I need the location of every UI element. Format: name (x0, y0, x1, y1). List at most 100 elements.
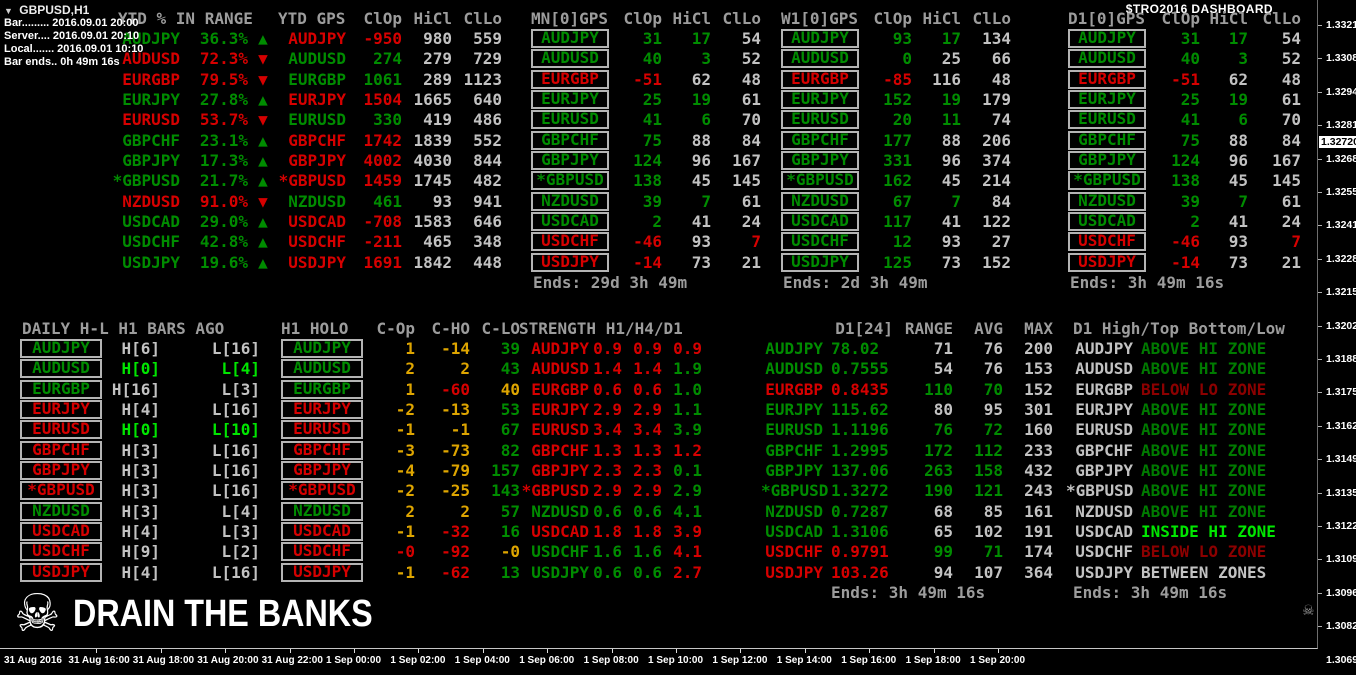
time-tick-label: 31 Aug 18:00 (132, 655, 195, 666)
value-cell: 52 (741, 49, 761, 69)
bar-time-info: Bar......... 2016.09.01 20:00 (4, 17, 139, 29)
table-title: YTD GPS (278, 8, 346, 28)
value-cell: 96 (941, 150, 961, 170)
symbol-selector[interactable]: ▼ GBPUSD,H1 (4, 3, 89, 17)
pair-cell: *GBPUSD (521, 481, 589, 501)
pair-cell: USDCHF (531, 232, 609, 252)
symbol-dropdown-icon[interactable]: ▼ (4, 6, 13, 16)
value-cell: 73 (691, 252, 711, 272)
value-cell: 3.9 (673, 521, 702, 541)
price-tick-label: 1.30690 (1326, 653, 1356, 666)
time-tick-mark (933, 649, 935, 653)
pair-cell: AUDUSD (20, 359, 102, 379)
value-cell: 17 (1228, 28, 1248, 48)
value-cell: 179 (982, 89, 1011, 109)
value-cell: 2 (460, 501, 470, 521)
pair-cell: EURJPY (288, 89, 346, 109)
pair-cell: NZDUSD (122, 191, 180, 211)
value-cell: 76 (933, 420, 953, 440)
time-tick-label: 1 Sep 16:00 (841, 655, 897, 666)
value-cell: 40 (500, 379, 520, 399)
value-cell: 137.06 (831, 460, 889, 480)
pair-cell: USDJPY (20, 562, 102, 582)
time-tick-mark (547, 649, 549, 653)
value-cell: 1.8 (593, 521, 622, 541)
trend-arrow-icon: ▲ (258, 150, 268, 170)
pair-cell: NZDUSD (531, 501, 589, 521)
value-cell: 1504 (363, 89, 402, 109)
pair-cell: NZDUSD (281, 501, 363, 521)
pair-cell: USDCHF (20, 542, 102, 562)
value-cell: 374 (982, 150, 1011, 170)
value-cell: 1.4 (593, 359, 622, 379)
value-cell: 1459 (363, 171, 402, 191)
price-tick-label: 1.31225 (1326, 520, 1356, 532)
price-scale[interactable]: 1.33210 1.33080 1.32945 1.32815 1.32720 1.326… (1318, 0, 1356, 675)
value-cell: 1.1196 (831, 420, 889, 440)
value-cell: H[3] (121, 501, 160, 521)
pair-cell: GBPCHF (531, 130, 609, 150)
price-tick-label: 1.32150 (1326, 286, 1356, 299)
value-cell: 20 (892, 110, 912, 130)
value-cell: 45 (1228, 171, 1248, 191)
value-cell: BETWEEN ZONES (1141, 562, 1267, 582)
value-cell: 348 (473, 232, 502, 252)
pair-cell: USDCHF (122, 232, 180, 252)
pair-cell: USDCAD (531, 211, 609, 231)
value-cell: 145 (1272, 171, 1301, 191)
column-header: RANGE (904, 318, 953, 338)
value-cell: 67 (892, 191, 912, 211)
value-cell: -25 (441, 481, 470, 501)
value-cell: 53.7% (199, 110, 248, 130)
value-cell: 1.6 (633, 542, 662, 562)
value-cell: 0.9791 (831, 542, 889, 562)
value-cell: 301 (1024, 399, 1053, 419)
pair-cell: USDJPY (531, 252, 609, 272)
value-cell: L[4] (221, 359, 260, 379)
pair-cell: EURJPY (531, 89, 609, 109)
pair-cell: EURUSD (531, 110, 609, 130)
pair-cell: GBPJPY (1068, 150, 1146, 170)
value-cell: 19 (941, 89, 961, 109)
pair-cell: EURUSD (781, 110, 859, 130)
price-tick-mark (1318, 526, 1322, 527)
value-cell: 71 (983, 542, 1003, 562)
value-cell: 640 (473, 89, 502, 109)
pair-cell: NZDUSD (531, 191, 609, 211)
pair-cell: GBPJPY (122, 150, 180, 170)
pair-cell: AUDUSD (531, 49, 609, 69)
value-cell: L[4] (221, 501, 260, 521)
pair-cell: EURGBP (288, 69, 346, 89)
value-cell: 7 (701, 191, 711, 211)
pair-cell: AUDJPY (1075, 338, 1133, 358)
value-cell: ABOVE HI ZONE (1141, 359, 1267, 379)
value-cell: 0.6 (593, 562, 622, 582)
time-tick-mark (482, 649, 484, 653)
price-tick-label: 1.32945 (1326, 85, 1356, 98)
value-cell: 23.1% (199, 130, 248, 150)
value-cell: H[3] (121, 440, 160, 460)
time-axis[interactable]: 31 Aug 2016 31 Aug 16:00 31 Aug 18:00 31 Au… (0, 648, 1318, 675)
value-cell: 121 (974, 481, 1003, 501)
value-cell: 54 (933, 359, 953, 379)
price-tick-mark (1318, 225, 1322, 227)
value-cell: 134 (982, 28, 1011, 48)
pair-cell: GBPCHF (781, 130, 859, 150)
value-cell: 4002 (363, 150, 402, 170)
value-cell: 2.9 (673, 481, 702, 501)
value-cell: -0 (500, 542, 520, 562)
pair-cell: *GBPUSD (1068, 171, 1146, 191)
pair-cell: GBPJPY (281, 460, 363, 480)
price-tick-label: 1.31490 (1326, 453, 1356, 466)
value-cell: 42.8% (199, 232, 248, 252)
value-cell: 93 (941, 232, 961, 252)
pair-cell: AUDUSD (1075, 359, 1133, 379)
column-header: HiCl (922, 8, 961, 28)
value-cell: 53 (500, 399, 520, 419)
value-cell: 0.6 (633, 501, 662, 521)
value-cell: 1.1 (673, 399, 702, 419)
pair-cell: USDCHF (20, 542, 102, 562)
chart-area[interactable]: ▼ GBPUSD,H1 Bar......... 2016.09.01 20:0… (0, 0, 1318, 649)
pair-cell: USDCHF (288, 232, 346, 252)
value-cell: 190 (924, 481, 953, 501)
